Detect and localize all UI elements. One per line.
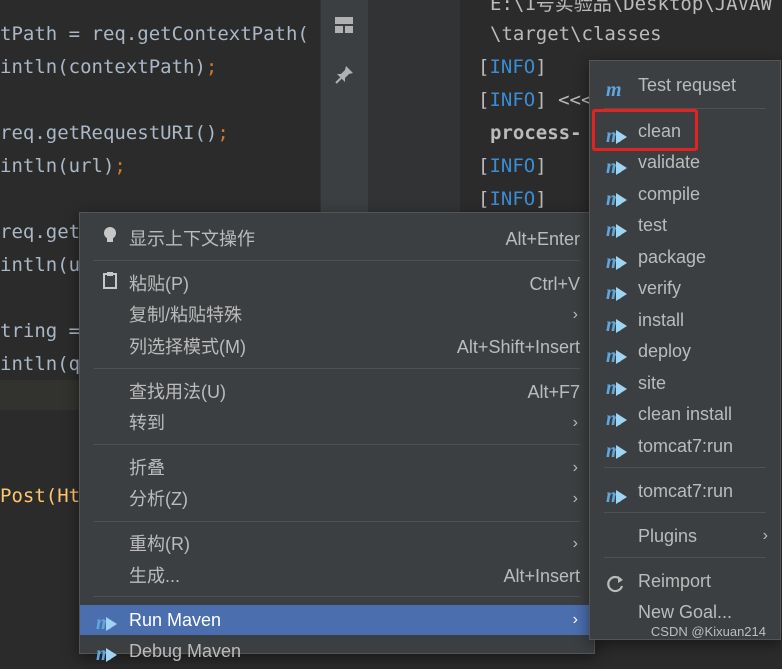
maven-run-icon: m (606, 216, 628, 241)
code-line: intln(contextPath); (0, 56, 218, 78)
console-line: [INFO] (478, 56, 547, 78)
menu-item-copy-paste-special[interactable]: 复制/粘贴特殊 › (80, 300, 594, 330)
menu-item-show-context-actions[interactable]: 显示上下文操作 Alt+Enter (80, 224, 594, 254)
submenu-item-site[interactable]: m site (590, 368, 780, 399)
submenu-item-package[interactable]: m package (590, 242, 780, 273)
menu-item-paste[interactable]: 粘贴(P) Ctrl+V (80, 269, 594, 299)
code-line: intln(q (0, 353, 81, 375)
maven-run-icon: m (606, 482, 628, 507)
clipboard-icon (100, 269, 120, 299)
menu-item-analyze[interactable]: 分析(Z) › (80, 484, 594, 514)
pin-icon[interactable] (333, 64, 355, 86)
console-line: [INFO] <<< (478, 89, 593, 111)
code-line: intln(url); (0, 155, 126, 177)
refresh-icon (606, 572, 628, 593)
chevron-right-icon: › (572, 459, 578, 476)
submenu-item-reimport[interactable]: Reimport (590, 566, 780, 596)
highlight-box (592, 109, 698, 151)
chevron-right-icon: › (572, 611, 578, 628)
menu-item-debug-maven[interactable]: m Debug Maven (80, 636, 594, 666)
maven-run-icon: m (606, 248, 628, 273)
maven-run-icon: m (606, 374, 628, 399)
menu-separator (604, 557, 766, 558)
maven-run-icon: m (606, 342, 628, 367)
submenu-item-verify[interactable]: m verify (590, 273, 780, 304)
maven-run-icon: m (606, 185, 628, 210)
menu-item-run-maven[interactable]: m Run Maven › (80, 605, 594, 635)
submenu-item-test[interactable]: m test (590, 210, 780, 241)
chevron-right-icon: › (572, 306, 578, 323)
code-line: req.getRequestURI(); (0, 122, 229, 144)
maven-run-icon: m (96, 605, 117, 635)
menu-item-find-usages[interactable]: 查找用法(U) Alt+F7 (80, 377, 594, 407)
console-line: [INFO] (478, 188, 547, 210)
menu-separator (94, 444, 580, 445)
submenu-item-validate[interactable]: m validate (590, 147, 780, 178)
maven-run-icon: m (606, 405, 628, 430)
menu-item-column-selection[interactable]: 列选择模式(M) Alt+Shift+Insert (80, 332, 594, 362)
console-line: \target\classes (490, 23, 662, 45)
submenu-item-new-goal[interactable]: New Goal... (590, 597, 780, 627)
maven-run-icon: m (606, 279, 628, 304)
submenu-item-tomcat7-run-2[interactable]: m tomcat7:run (590, 476, 780, 507)
submenu-item-install[interactable]: m install (590, 305, 780, 336)
editor-context-menu: 显示上下文操作 Alt+Enter 粘贴(P) Ctrl+V 复制/粘贴特殊 ›… (79, 212, 595, 665)
menu-item-goto[interactable]: 转到 › (80, 408, 594, 438)
maven-debug-icon: m (96, 636, 117, 666)
submenu-item-test-requset[interactable]: m Test requset (590, 70, 780, 101)
watermark: CSDN @Kixuan214 (650, 624, 766, 639)
menu-item-generate[interactable]: 生成... Alt+Insert (80, 561, 594, 591)
lightbulb-icon (100, 224, 120, 254)
maven-run-icon: m (606, 153, 628, 178)
submenu-item-deploy[interactable]: m deploy (590, 336, 780, 367)
menu-separator (94, 521, 580, 522)
maven-run-icon: m (606, 311, 628, 336)
chevron-right-icon: › (572, 535, 578, 552)
chevron-right-icon: › (572, 414, 578, 431)
menu-separator (604, 467, 766, 468)
menu-separator (94, 368, 580, 369)
code-line: tring = (0, 320, 92, 342)
submenu-item-compile[interactable]: m compile (590, 179, 780, 210)
menu-separator (604, 512, 766, 513)
maven-icon: m (606, 79, 622, 101)
submenu-item-plugins[interactable]: Plugins › (590, 521, 780, 551)
menu-item-fold[interactable]: 折叠 › (80, 453, 594, 483)
code-line: req.get (0, 221, 81, 243)
menu-separator (94, 260, 580, 261)
submenu-item-tomcat7-run[interactable]: m tomcat7:run (590, 431, 780, 462)
submenu-item-clean-install[interactable]: m clean install (590, 399, 780, 430)
console-line: E:\1号实验品\Desktop\JAVAW (490, 0, 772, 15)
layout-icon[interactable] (333, 14, 355, 36)
maven-run-icon: m (606, 437, 628, 462)
menu-item-refactor[interactable]: 重构(R) › (80, 529, 594, 559)
console-line: [INFO] (478, 155, 547, 177)
menu-separator (94, 596, 580, 597)
chevron-right-icon: › (762, 527, 768, 544)
console-line: process- (490, 122, 582, 144)
chevron-right-icon: › (572, 490, 578, 507)
code-line: tPath = req.getContextPath( (0, 23, 309, 45)
code-line: Post(Ht (0, 485, 81, 507)
code-line: intln(u (0, 254, 81, 276)
